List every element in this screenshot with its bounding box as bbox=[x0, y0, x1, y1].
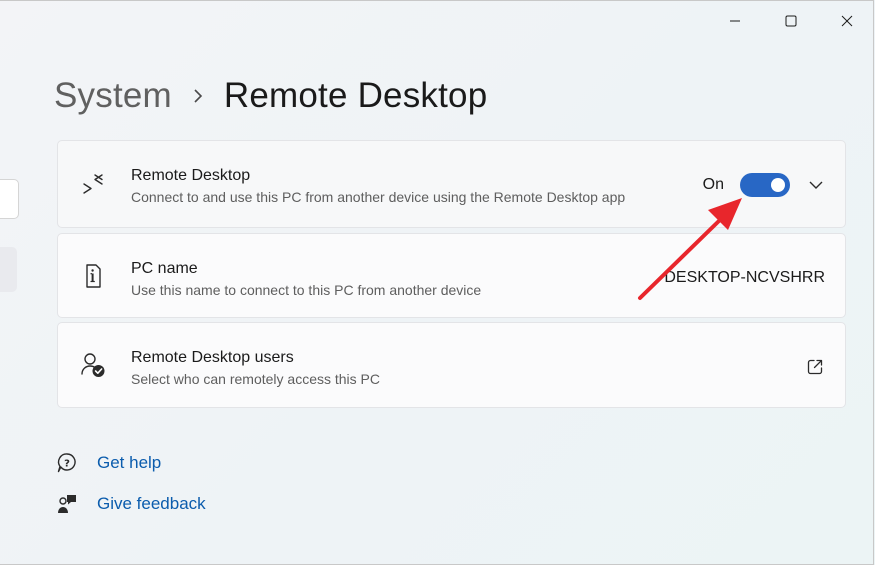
remote-desktop-title: Remote Desktop bbox=[131, 167, 251, 184]
remote-desktop-icon bbox=[78, 169, 108, 199]
get-help-link[interactable]: Get help bbox=[97, 453, 161, 473]
remote-desktop-users-card[interactable]: Remote Desktop users Select who can remo… bbox=[57, 322, 846, 408]
toggle-state-label: On bbox=[702, 176, 724, 193]
give-feedback-link[interactable]: Give feedback bbox=[97, 494, 206, 514]
pc-name-card: PC name Use this name to connect to this… bbox=[57, 233, 846, 318]
pc-name-description: Use this name to connect to this PC from… bbox=[131, 282, 482, 298]
breadcrumb: System Remote Desktop bbox=[54, 73, 487, 119]
chevron-down-icon bbox=[809, 181, 823, 189]
breadcrumb-separator bbox=[172, 87, 224, 105]
sidebar-item-system[interactable] bbox=[0, 247, 17, 292]
toggle-knob bbox=[771, 178, 785, 192]
breadcrumb-parent[interactable]: System bbox=[54, 76, 172, 116]
close-button[interactable] bbox=[819, 0, 875, 42]
svg-text:?: ? bbox=[64, 459, 70, 470]
open-external-icon bbox=[807, 359, 823, 375]
remote-desktop-card[interactable]: Remote Desktop Connect to and use this P… bbox=[57, 140, 846, 228]
users-title: Remote Desktop users bbox=[131, 349, 294, 366]
remote-desktop-toggle[interactable] bbox=[740, 173, 790, 197]
users-check-icon bbox=[78, 350, 108, 380]
page-title: Remote Desktop bbox=[223, 76, 488, 115]
maximize-icon bbox=[785, 15, 797, 27]
pc-info-icon bbox=[78, 261, 108, 291]
help-chat-icon: ? bbox=[55, 451, 79, 475]
feedback-icon bbox=[55, 492, 79, 516]
window-controls bbox=[707, 0, 875, 42]
pc-name-value: DESKTOP-NCVSHRR bbox=[664, 269, 825, 286]
pc-name-title: PC name bbox=[131, 260, 198, 277]
sidebar-search-input[interactable] bbox=[0, 179, 19, 219]
get-help-row[interactable]: ? Get help bbox=[55, 450, 161, 476]
close-icon bbox=[841, 15, 853, 27]
expand-button[interactable] bbox=[805, 175, 827, 195]
users-description: Select who can remotely access this PC bbox=[131, 371, 380, 387]
minimize-button[interactable] bbox=[707, 0, 763, 42]
minimize-icon bbox=[730, 20, 740, 22]
remote-desktop-description: Connect to and use this PC from another … bbox=[131, 189, 626, 205]
chevron-right-icon bbox=[194, 89, 203, 103]
open-users-button[interactable] bbox=[805, 357, 825, 377]
maximize-button[interactable] bbox=[763, 0, 819, 42]
give-feedback-row[interactable]: Give feedback bbox=[55, 491, 206, 517]
